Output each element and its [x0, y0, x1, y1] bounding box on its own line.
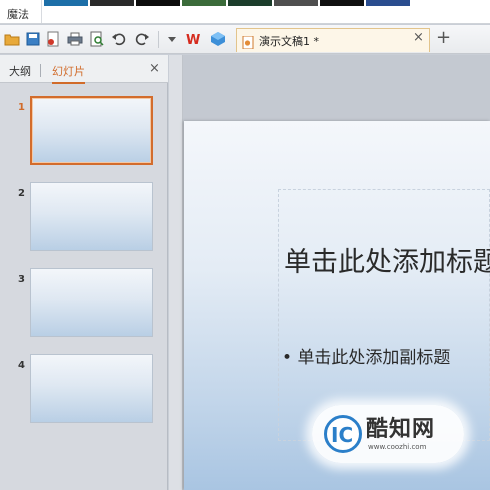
- redo-icon[interactable]: [134, 31, 150, 47]
- slide-title-placeholder[interactable]: 单击此处添加标题: [284, 240, 490, 279]
- site-watermark: IC 酷知网 www.coozhi.com: [312, 405, 464, 463]
- subtitle-text: 单击此处添加副标题: [297, 348, 451, 368]
- slide-thumbnail[interactable]: [30, 96, 153, 165]
- slide-number: 1: [18, 102, 25, 113]
- svg-text:W: W: [186, 33, 200, 47]
- slide-subtitle-placeholder[interactable]: • 单击此处添加副标题: [282, 343, 490, 368]
- slide-thumbnail[interactable]: [30, 354, 153, 423]
- slides-pane: 大纲 幻灯片 × 1 2 3 4: [0, 55, 168, 490]
- style-gallery[interactable]: [44, 0, 412, 6]
- tab-slides[interactable]: 幻灯片: [52, 63, 85, 84]
- gallery-thumb[interactable]: [228, 0, 272, 6]
- close-pane-icon[interactable]: ×: [149, 61, 160, 76]
- ribbon-strip: 魔法: [0, 0, 490, 24]
- close-tab-icon[interactable]: ×: [413, 30, 424, 45]
- pane-tabs: 大纲 幻灯片 ×: [0, 55, 168, 84]
- gallery-thumb[interactable]: [320, 0, 364, 6]
- tab-magic[interactable]: 魔法: [0, 0, 42, 23]
- new-tab-icon[interactable]: +: [436, 27, 451, 48]
- slide-thumbnail-item[interactable]: 4: [0, 354, 168, 428]
- slide-number: 2: [18, 188, 25, 199]
- presentation-doc-icon: [242, 34, 255, 50]
- print-icon[interactable]: [67, 31, 83, 47]
- gallery-thumb[interactable]: [366, 0, 410, 6]
- slide-thumbnail-item[interactable]: 2: [0, 182, 168, 256]
- coozhi-logo-icon: IC: [324, 415, 362, 453]
- gallery-thumb[interactable]: [90, 0, 134, 6]
- cloud-cube-icon[interactable]: [210, 31, 226, 47]
- gallery-thumb[interactable]: [274, 0, 318, 6]
- print-preview-icon[interactable]: [89, 31, 105, 47]
- gallery-thumb[interactable]: [182, 0, 226, 6]
- gallery-thumb[interactable]: [44, 0, 88, 6]
- slide-thumbnail-item[interactable]: 1: [0, 96, 168, 170]
- gallery-thumb[interactable]: [136, 0, 180, 6]
- export-pdf-icon[interactable]: [45, 31, 61, 47]
- tab-outline[interactable]: 大纲: [9, 63, 31, 79]
- document-tab[interactable]: 演示文稿1 * ×: [236, 28, 430, 52]
- slide-thumbnail[interactable]: [30, 182, 153, 251]
- slide-thumbnail[interactable]: [30, 268, 153, 337]
- text-placeholder-box[interactable]: [278, 189, 490, 441]
- watermark-url: www.coozhi.com: [368, 443, 427, 451]
- customize-dropdown-icon[interactable]: [164, 31, 180, 47]
- tab-divider: [40, 64, 41, 77]
- slide-thumbnail-item[interactable]: 3: [0, 268, 168, 342]
- pane-splitter[interactable]: [169, 55, 183, 490]
- slide-number: 3: [18, 274, 25, 285]
- undo-icon[interactable]: [111, 31, 127, 47]
- watermark-brand: 酷知网: [366, 417, 436, 442]
- save-icon[interactable]: [25, 31, 41, 47]
- document-tab-title: 演示文稿1 *: [259, 35, 319, 48]
- wps-logo-icon[interactable]: W: [186, 31, 202, 47]
- open-folder-icon[interactable]: [4, 31, 20, 47]
- slide-number: 4: [18, 360, 25, 371]
- toolbar-separator: [158, 31, 159, 48]
- svg-text:IC: IC: [331, 423, 353, 447]
